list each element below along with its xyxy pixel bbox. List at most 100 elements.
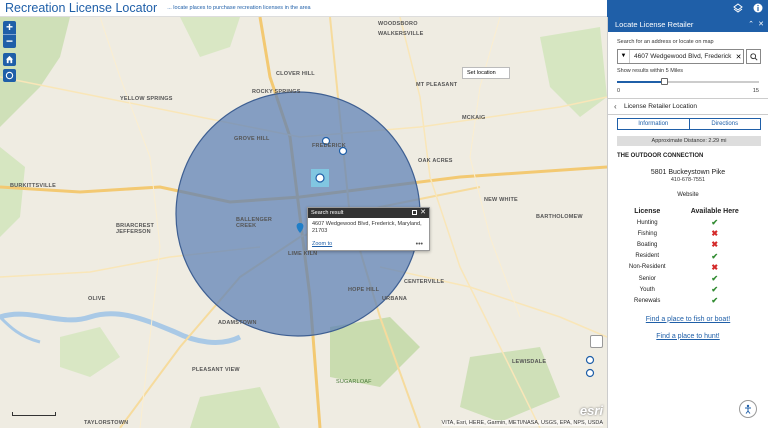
place-label: GROVE HILL	[234, 136, 270, 142]
place-label: WALKERSVILLE	[378, 31, 424, 37]
place-label: BALLENGER CREEK	[236, 217, 273, 229]
place-label: ROCKY SPRINGS	[252, 89, 301, 95]
search-button[interactable]	[746, 49, 761, 64]
map-attribution: VITA, Esri, HERE, Garmin, METI/NASA, USG…	[441, 420, 603, 426]
home-icon	[5, 55, 14, 64]
license-name: Resident	[635, 253, 660, 260]
scale-bar	[12, 412, 56, 416]
back-icon[interactable]: ‹	[614, 99, 617, 115]
check-icon: ✔	[711, 251, 719, 261]
table-row: Hunting ✔	[618, 217, 753, 228]
license-name: Boating	[637, 241, 658, 248]
place-label: BARTHOLOMEW	[536, 214, 583, 220]
place-label: FREDERICK	[312, 143, 346, 149]
table-row: Boating ✖	[618, 239, 753, 250]
cross-icon: ✖	[711, 262, 719, 272]
hunt-link[interactable]: Find a place to hunt!	[608, 333, 768, 340]
radius-slider[interactable]	[617, 78, 759, 85]
collapse-icon[interactable]: ⌃	[748, 17, 754, 32]
search-label: Search for an address or locate on map	[617, 39, 714, 45]
info-icon[interactable]	[753, 3, 763, 13]
popup-header: Search result ✕	[308, 208, 429, 218]
search-input[interactable]: ▼ 4607 Wedgewood Blvd, Frederick ✕	[617, 49, 744, 64]
table-row: Non-Resident ✖	[618, 262, 753, 273]
table-header: Available Here	[690, 208, 739, 215]
license-name: Hunting	[636, 219, 658, 226]
place-label: LEWISDALE	[512, 359, 547, 365]
app-root: Recreation License Locator ... locate pl…	[0, 0, 768, 428]
place-label: WOODSBORO	[378, 21, 418, 27]
close-icon[interactable]: ✕	[758, 17, 764, 32]
license-name: Youth	[639, 286, 655, 293]
app-header: Recreation License Locator ... locate pl…	[0, 0, 607, 17]
tab-bar: Information Directions	[617, 118, 761, 130]
table-row: Youth ✔	[618, 284, 753, 295]
table-row: Fishing ✖	[618, 228, 753, 239]
chevron-down-icon[interactable]: ▼	[618, 50, 630, 63]
place-label: YELLOW SPRINGS	[120, 96, 173, 102]
home-button[interactable]	[3, 53, 16, 66]
zoom-out-button[interactable]: −	[3, 35, 16, 48]
place-label: OAK ACRES	[418, 158, 453, 164]
place-label: LIME KILN	[288, 251, 318, 257]
license-table: License Available Here Hunting ✔ Fishing ✖ B…	[618, 206, 753, 307]
app-subtitle: ... locate places to purchase recreation…	[167, 5, 311, 11]
license-name: Renewals	[634, 297, 661, 304]
table-row: Senior ✔	[618, 273, 753, 284]
search-value[interactable]: 4607 Wedgewood Blvd, Frederick	[630, 53, 734, 60]
location-header: ‹ License Retailer Location	[608, 99, 768, 115]
check-icon: ✔	[711, 285, 719, 295]
retailer-name: THE OUTDOOR CONNECTION	[617, 153, 704, 159]
place-label: BURKITTSVILLE	[10, 183, 56, 189]
place-label: HOPE HILL	[348, 287, 380, 293]
panel-header: Locate License Retailer ⌃ ✕	[608, 17, 768, 32]
license-name: Fishing	[637, 230, 657, 237]
retailer-address: 5801 Buckeystown Pike	[650, 169, 726, 176]
place-label: OLIVE	[88, 296, 106, 302]
set-location-button[interactable]: Set location	[462, 67, 510, 79]
license-name: Senior	[638, 275, 656, 282]
place-label: URBANA	[382, 296, 408, 302]
search-result-popup: Search result ✕ 4607 Wedgewood Blvd, Fre…	[307, 207, 430, 251]
tab-directions[interactable]: Directions	[689, 119, 760, 129]
maximize-icon[interactable]	[412, 210, 417, 215]
place-label: CLOVER HILL	[276, 71, 315, 77]
website-link[interactable]: Website	[608, 192, 768, 198]
table-row: Resident ✔	[618, 251, 753, 262]
cross-icon: ✖	[711, 240, 719, 250]
map-tool-button[interactable]	[590, 335, 603, 348]
place-label: MT PLEASANT	[416, 82, 458, 88]
place-label: NEW WHITE	[484, 197, 518, 203]
search-row: ▼ 4607 Wedgewood Blvd, Frederick ✕	[617, 49, 761, 64]
popup-address: 4607 Wedgewood Blvd, Frederick, Maryland…	[312, 221, 422, 234]
tab-information[interactable]: Information	[618, 119, 690, 129]
place-label: ADAMSTOWN	[218, 320, 257, 326]
table-row: Renewals ✔	[618, 295, 753, 306]
slider-handle[interactable]	[660, 78, 668, 85]
panel-toolbar	[607, 0, 768, 17]
layers-icon[interactable]	[733, 3, 743, 13]
app-title: Recreation License Locator	[5, 1, 158, 15]
more-options-icon[interactable]: •••	[416, 241, 423, 248]
esri-logo: esri	[579, 403, 603, 418]
distance-badge: Approximate Distance: 2.29 mi	[617, 136, 761, 146]
check-icon: ✔	[711, 274, 719, 284]
place-label: PLEASANT VIEW	[192, 367, 240, 373]
popup-title: Search result	[311, 210, 344, 216]
place-label: TAYLORSTOWN	[84, 420, 129, 426]
accessibility-button[interactable]	[739, 400, 757, 418]
basemap	[0, 17, 607, 428]
zoom-controls: + −	[3, 21, 16, 48]
fish-boat-link[interactable]: Find a place to fish or boat!	[608, 316, 768, 323]
close-icon[interactable]: ✕	[420, 208, 426, 218]
map-view[interactable]: WOODSBORO WALKERSVILLE CLOVER HILL ROCKY…	[0, 17, 607, 428]
cross-icon: ✖	[711, 229, 719, 239]
table-header: License	[634, 208, 661, 215]
zoom-to-link[interactable]: Zoom to	[312, 241, 332, 247]
clear-icon[interactable]: ✕	[734, 53, 743, 61]
radius-label: Show results within 5 Miles	[617, 68, 684, 74]
locate-button[interactable]	[3, 69, 16, 82]
place-label: SUGARLOAF	[336, 379, 372, 385]
zoom-in-button[interactable]: +	[3, 21, 16, 34]
locate-icon	[5, 71, 14, 80]
